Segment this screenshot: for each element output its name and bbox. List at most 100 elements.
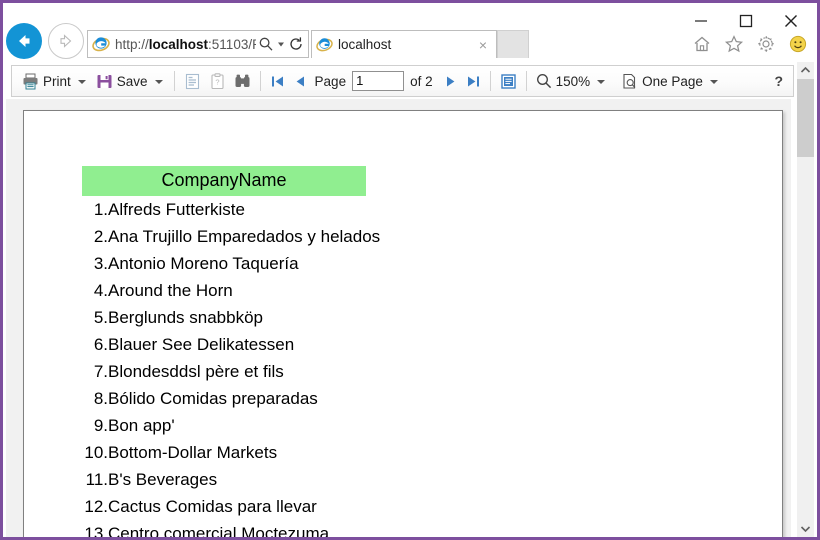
list-item-number: 5.: [93, 308, 108, 327]
zoom-value: 150%: [555, 73, 591, 89]
gear-icon[interactable]: [755, 33, 777, 55]
print-layout-icon: [185, 73, 199, 89]
forward-arrow-icon: [60, 34, 72, 48]
list-item-number: 10.: [84, 443, 108, 462]
minimize-button[interactable]: [678, 7, 723, 35]
tab-title: localhost: [338, 37, 392, 52]
zoom-dropdown-caret-icon[interactable]: [597, 80, 606, 84]
list-item-company-name: Blauer See Delikatessen: [108, 335, 295, 354]
svg-text:?: ?: [215, 77, 219, 86]
browser-command-bar: [691, 33, 809, 55]
search-icon[interactable]: [258, 36, 274, 52]
report-body: CompanyName 1. Alfreds Futterkiste 2. Ana T…: [82, 166, 722, 537]
print-layout-button[interactable]: [180, 69, 205, 93]
tab-strip: localhost ×: [311, 30, 529, 58]
favorites-star-icon[interactable]: [723, 33, 745, 55]
navigation-buttons: [6, 23, 84, 59]
report-content-area: CompanyName 1. Alfreds Futterkiste 2. Ana T…: [6, 99, 791, 537]
last-page-button[interactable]: [462, 69, 485, 93]
back-button[interactable]: [6, 23, 42, 59]
list-item-company-name: Bottom-Dollar Markets: [108, 443, 278, 462]
page-setup-clipboard-icon: ?: [210, 72, 224, 89]
last-page-icon: [467, 76, 479, 86]
save-label: Save: [116, 73, 148, 89]
list-item-number: 7.: [93, 362, 108, 381]
first-page-button[interactable]: [266, 69, 289, 93]
list-item-number: 3.: [93, 254, 108, 273]
page-view-control[interactable]: One Page: [617, 69, 724, 93]
scroll-down-arrow-icon[interactable]: [797, 520, 814, 537]
list-item-number: 9.: [93, 416, 108, 435]
help-button[interactable]: ?: [774, 73, 787, 89]
list-item-company-name: Alfreds Futterkiste: [108, 200, 245, 219]
list-item: 11. B's Beverages: [82, 466, 722, 493]
list-item: 2. Ana Trujillo Emparedados y helados: [82, 223, 722, 250]
window-controls: [678, 7, 813, 35]
list-item: 8. Bólido Comidas preparadas: [82, 385, 722, 412]
close-button[interactable]: [768, 7, 813, 35]
address-url: http://localhost:51103/Repo: [115, 36, 256, 52]
scroll-up-arrow-icon[interactable]: [797, 62, 814, 79]
list-item: 7. Blondesddsl père et fils: [82, 358, 722, 385]
address-bar[interactable]: http://localhost:51103/Repo: [87, 30, 309, 58]
list-item-number: 4.: [93, 281, 108, 300]
next-page-button[interactable]: [439, 69, 462, 93]
save-floppy-icon: [97, 74, 112, 88]
page-total-label: of 2: [410, 73, 433, 89]
print-dropdown-caret-icon[interactable]: [77, 80, 86, 84]
internet-explorer-icon: [316, 36, 333, 53]
first-page-icon: [271, 76, 283, 86]
list-item: 13. Centro comercial Moctezuma: [82, 520, 722, 537]
report-viewer-toolbar: Print Save ? Page 1 of 2 150% One Page ?: [11, 65, 794, 97]
new-tab-button[interactable]: [497, 30, 529, 58]
previous-page-icon: [296, 76, 304, 86]
list-item: 9. Bon app': [82, 412, 722, 439]
page-view-icon: [623, 73, 636, 89]
previous-page-button[interactable]: [289, 69, 312, 93]
forward-button[interactable]: [48, 23, 84, 59]
list-item: 5. Berglunds snabbköp: [82, 304, 722, 331]
refresh-report-button[interactable]: [496, 69, 521, 93]
smiley-feedback-icon[interactable]: [787, 33, 809, 55]
save-button[interactable]: Save: [92, 69, 169, 93]
home-icon[interactable]: [691, 33, 713, 55]
page-number-input[interactable]: 1: [352, 71, 405, 91]
list-item: 10. Bottom-Dollar Markets: [82, 439, 722, 466]
page-view-dropdown-caret-icon[interactable]: [709, 80, 718, 84]
save-dropdown-caret-icon[interactable]: [154, 80, 163, 84]
vertical-scrollbar[interactable]: [797, 62, 814, 537]
binoculars-find-icon: [235, 74, 250, 87]
scrollbar-thumb[interactable]: [797, 79, 814, 157]
zoom-magnifier-icon: [536, 74, 551, 89]
internet-explorer-icon: [92, 35, 110, 53]
maximize-button[interactable]: [723, 7, 768, 35]
list-item-company-name: Antonio Moreno Taquería: [108, 254, 299, 273]
list-item-number: 12.: [84, 497, 108, 516]
list-item-number: 6.: [93, 335, 108, 354]
print-button[interactable]: Print: [18, 69, 92, 93]
list-item-company-name: Cactus Comidas para llevar: [108, 497, 317, 516]
list-item: 3. Antonio Moreno Taquería: [82, 250, 722, 277]
toolbar-separator: [525, 71, 527, 91]
browser-window: http://localhost:51103/Repo: [0, 0, 820, 540]
print-label: Print: [43, 73, 71, 89]
list-item: 12. Cactus Comidas para llevar: [82, 493, 722, 520]
list-item-number: 8.: [93, 389, 108, 408]
refresh-report-icon: [500, 73, 516, 89]
next-page-icon: [446, 76, 455, 86]
back-arrow-icon: [19, 35, 30, 47]
refresh-icon[interactable]: [288, 36, 304, 52]
page-label: Page: [314, 73, 347, 89]
find-button[interactable]: [230, 69, 255, 93]
page-view-value: One Page: [642, 73, 703, 89]
title-bar: http://localhost:51103/Repo: [3, 3, 817, 60]
tab-localhost[interactable]: localhost ×: [311, 30, 497, 58]
toolbar-separator: [259, 71, 261, 91]
report-page: CompanyName 1. Alfreds Futterkiste 2. Ana T…: [23, 110, 783, 537]
page-setup-button[interactable]: ?: [205, 69, 230, 93]
close-tab-icon[interactable]: ×: [474, 37, 492, 53]
chevron-down-icon[interactable]: [276, 36, 286, 52]
list-item: 1. Alfreds Futterkiste: [82, 196, 722, 223]
zoom-control[interactable]: 150%: [532, 69, 612, 93]
list-item-company-name: Bon app': [108, 416, 175, 435]
